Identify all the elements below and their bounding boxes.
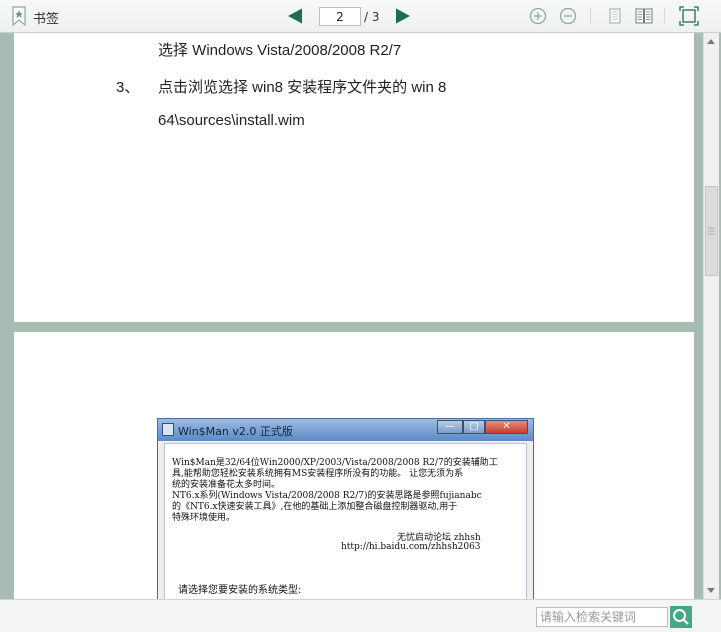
- author-url: http://hi.baidu.com/zhhsh2063: [341, 542, 481, 552]
- toolbar-divider: [590, 8, 591, 24]
- grip-icon: [708, 227, 715, 235]
- status-bar: [0, 599, 721, 632]
- page-total: / 3: [364, 10, 380, 24]
- toolbar: 书签 / 3: [0, 0, 721, 33]
- description-line: 统的安装准备花太多时间。: [172, 480, 281, 490]
- install-prompt: 请选择您要安装的系统类型:: [178, 585, 302, 596]
- window-description: Win$Man是32/64位Win2000/XP/2003/Vista/2008…: [172, 458, 512, 524]
- document-page: Win$Man v2.0 正式版 — □ ✕ Win$Man是32/64位Win…: [14, 332, 694, 599]
- scrollbar-thumb[interactable]: [705, 186, 718, 276]
- window-titlebar: Win$Man v2.0 正式版 — □ ✕: [158, 419, 533, 441]
- bookmark-label[interactable]: 书签: [33, 8, 59, 27]
- zoom-out-icon[interactable]: [559, 7, 577, 25]
- step-number: 3、: [116, 79, 140, 96]
- zoom-in-icon[interactable]: [529, 7, 547, 25]
- document-viewport[interactable]: 选择 Windows Vista/2008/2008 R2/7 3、 点击浏览选…: [0, 33, 721, 599]
- scroll-down-icon[interactable]: [707, 588, 715, 593]
- app-icon: [162, 423, 174, 436]
- prev-page-icon[interactable]: [287, 8, 303, 24]
- doc-text-line: 点击浏览选择 win8 安装程序文件夹的 win 8: [158, 79, 447, 96]
- description-line: NT6.x系列(Windows Vista/2008/2008 R2/7)的安装…: [172, 491, 482, 501]
- single-page-icon[interactable]: [606, 7, 624, 25]
- window-body: Win$Man是32/64位Win2000/XP/2003/Vista/2008…: [164, 443, 527, 599]
- vertical-scrollbar[interactable]: [703, 33, 719, 599]
- minimize-icon: —: [437, 420, 463, 434]
- description-line: Win$Man是32/64位Win2000/XP/2003/Vista/2008…: [172, 458, 498, 468]
- description-line: 的《NT6.x快速安装工具》,在他的基础上添加整合磁盘控制器驱动,用于: [172, 502, 458, 512]
- description-line: 具,能帮助您轻松安装系统拥有MS安装程序所没有的功能。 让您无须为系: [172, 469, 464, 479]
- embedded-screenshot: Win$Man v2.0 正式版 — □ ✕ Win$Man是32/64位Win…: [157, 418, 534, 599]
- bookmark-icon[interactable]: [12, 6, 26, 26]
- maximize-icon: □: [463, 420, 485, 434]
- next-page-icon[interactable]: [395, 8, 411, 24]
- page-number-input[interactable]: [319, 7, 361, 26]
- window-title: Win$Man v2.0 正式版: [178, 425, 293, 438]
- doc-text-line: 64\sources\install.wim: [158, 112, 305, 129]
- document-page: 选择 Windows Vista/2008/2008 R2/7 3、 点击浏览选…: [14, 33, 694, 322]
- search-icon: [673, 609, 689, 625]
- two-page-icon[interactable]: [635, 7, 653, 25]
- toolbar-divider: [664, 8, 665, 24]
- close-icon: ✕: [485, 420, 528, 434]
- search-input[interactable]: [536, 607, 668, 627]
- search-button[interactable]: [670, 606, 692, 628]
- description-line: 特殊环境使用。: [172, 513, 236, 523]
- doc-text-line: 选择 Windows Vista/2008/2008 R2/7: [158, 42, 402, 59]
- fullscreen-icon[interactable]: [679, 6, 699, 26]
- scroll-up-icon[interactable]: [707, 39, 715, 44]
